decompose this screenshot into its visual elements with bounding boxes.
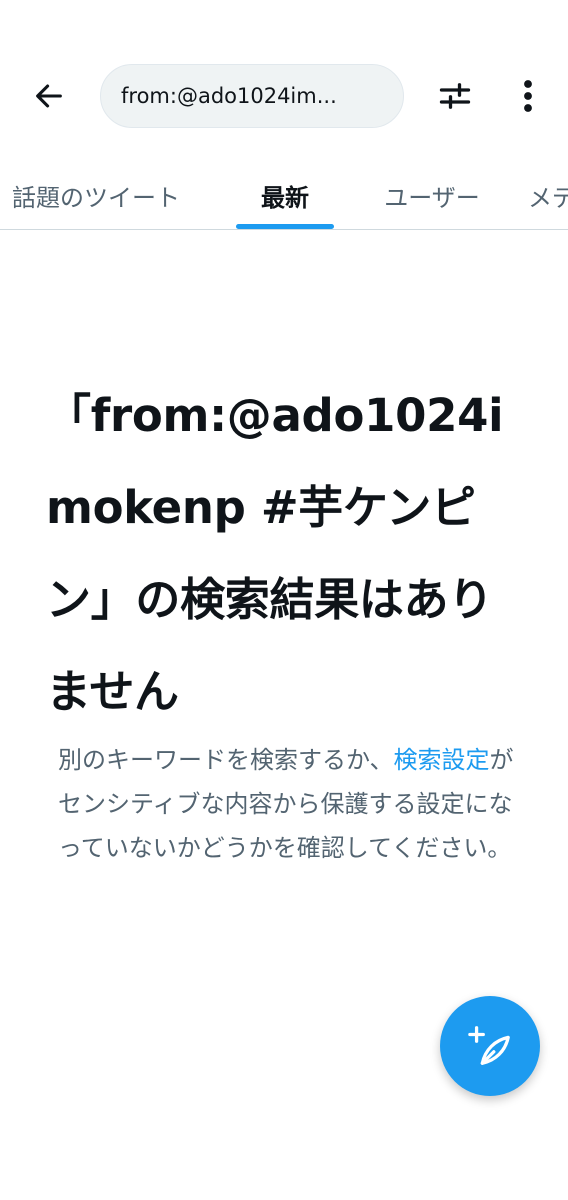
back-button[interactable] xyxy=(22,72,76,120)
search-filter-button[interactable] xyxy=(428,72,482,120)
compose-tweet-button[interactable] xyxy=(440,996,540,1096)
more-vertical-icon xyxy=(524,80,532,112)
tab-label: 最新 xyxy=(261,183,309,212)
compose-feather-icon xyxy=(468,1026,510,1065)
arrow-left-icon xyxy=(36,84,62,108)
search-tabs: 話題のツイート 最新 ユーザー メディア xyxy=(0,160,568,230)
top-bar: from:@ado1024im... xyxy=(0,0,568,160)
more-options-button[interactable] xyxy=(506,72,550,120)
tab-media[interactable]: メディア xyxy=(528,160,568,229)
tab-label: 話題のツイート xyxy=(12,183,180,212)
tab-latest[interactable]: 最新 xyxy=(236,160,334,229)
tab-top[interactable]: 話題のツイート xyxy=(0,160,194,229)
sliders-icon xyxy=(439,83,471,109)
tab-label: ユーザー xyxy=(384,183,480,212)
active-tab-indicator xyxy=(236,224,334,229)
search-settings-link[interactable]: 検索設定 xyxy=(394,746,490,774)
desc-text-before: 別のキーワードを検索するか、 xyxy=(58,746,394,774)
empty-state-description: 別のキーワードを検索するか、検索設定がセンシティブな内容から保護する設定になって… xyxy=(58,738,520,870)
search-input[interactable]: from:@ado1024im... xyxy=(100,64,404,128)
tab-users[interactable]: ユーザー xyxy=(370,160,494,229)
empty-state-title: 「from:@ado1024imokenp #芋ケンピン」の検索結果はありません xyxy=(46,389,504,718)
search-query-text: from:@ado1024im... xyxy=(121,84,337,108)
empty-search-results: 「from:@ado1024imokenp #芋ケンピン」の検索結果はありません… xyxy=(46,370,520,870)
tab-label: メディア xyxy=(528,183,568,212)
